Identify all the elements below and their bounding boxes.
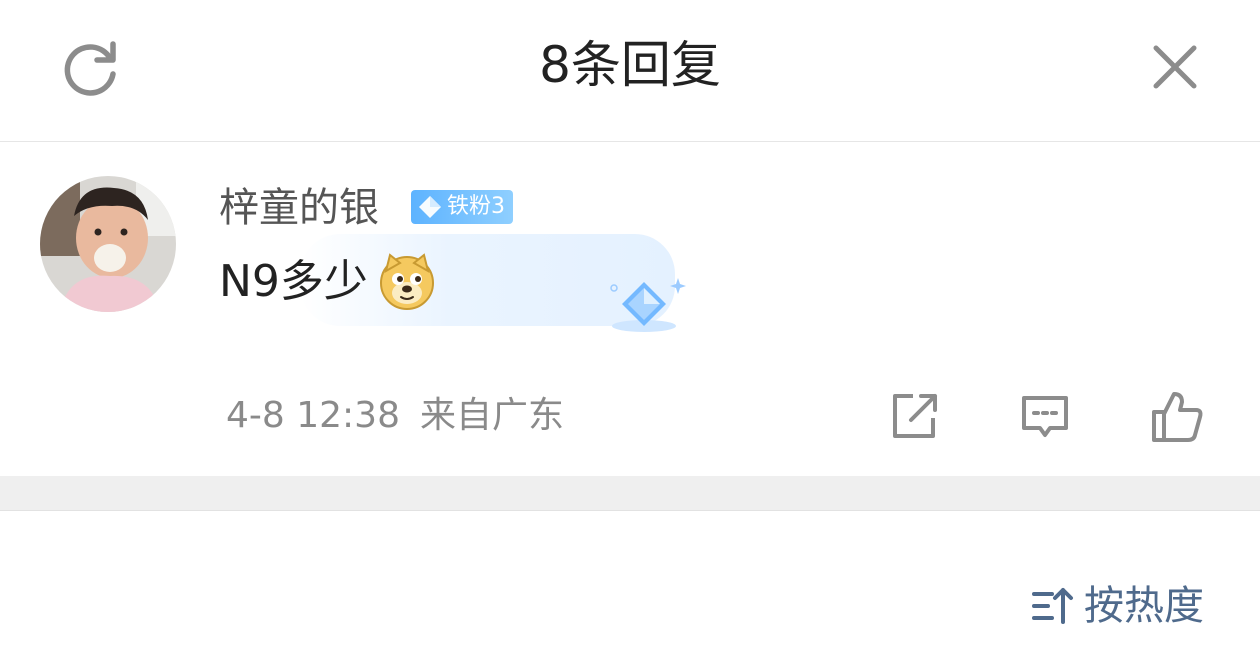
username[interactable]: 梓童的银 [219, 182, 379, 234]
comment-item: 梓童的银 铁粉3 N9多少 4-8 12:38 来自广东 [0, 142, 1260, 476]
comment-meta: 4-8 12:38 来自广东 [226, 392, 564, 440]
comment-text: N9多少 [219, 252, 436, 312]
dialog-title: 8条回复 [539, 36, 721, 94]
comment-date: 4-8 12:38 [226, 395, 400, 436]
thumbs-up-icon[interactable] [1150, 390, 1204, 444]
diamond-decoration-icon [610, 278, 686, 332]
section-divider [0, 476, 1260, 511]
comment-location: 来自广东 [420, 395, 565, 436]
dialog-header: 8条回复 [0, 0, 1260, 142]
fan-level-badge[interactable]: 铁粉3 [411, 190, 513, 224]
message-text: N9多少 [219, 256, 368, 307]
sort-label: 按热度 [1084, 583, 1204, 629]
sort-by-hot-button[interactable]: 按热度 [1030, 580, 1204, 632]
doge-emoji-icon [379, 253, 434, 310]
comment-icon[interactable] [1018, 390, 1072, 444]
close-icon[interactable] [1146, 38, 1204, 96]
share-icon[interactable] [887, 390, 941, 444]
badge-label: 铁粉3 [447, 194, 505, 219]
sort-icon [1032, 588, 1073, 624]
diamond-icon [419, 196, 441, 218]
avatar[interactable] [40, 176, 176, 312]
